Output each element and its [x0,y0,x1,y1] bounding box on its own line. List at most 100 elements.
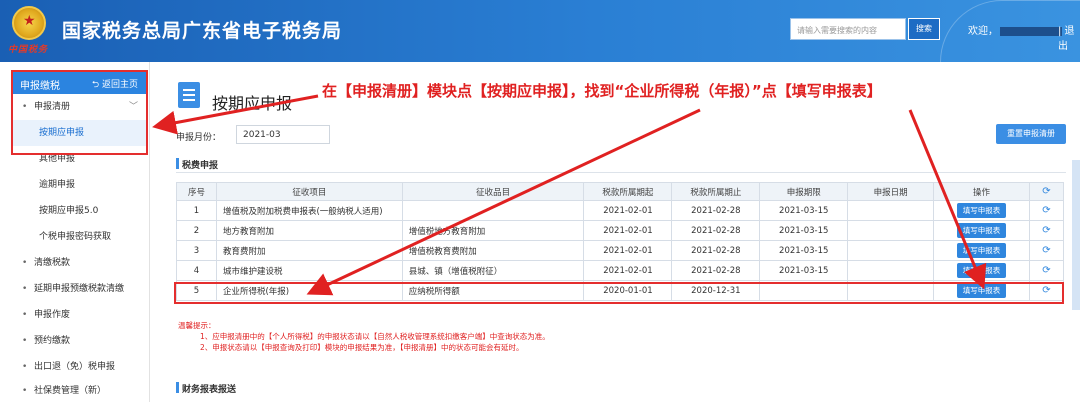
sidebar-item-pit-password[interactable]: 个税申报密码获取 [12,224,146,250]
cell-refresh: ⟳ [1028,200,1065,221]
logo-text: 中国税务 [8,45,49,55]
refresh-icon[interactable]: ⟳ [1042,245,1050,256]
cell-period-end: 2021-02-28 [671,240,761,261]
sidebar-item-label: 社保费管理（新） [34,386,107,396]
cell-subitem: 增值税教育费附加 [401,240,585,261]
cell-deadline: 2021-03-15 [759,240,849,261]
reset-declaration-button[interactable]: 重置申报清册 [996,124,1066,144]
fill-form-button[interactable]: 填写申报表 [956,243,1007,258]
refresh-icon[interactable]: ⟳ [1042,265,1050,276]
sidebar-item-tax-clearance[interactable]: 清缴税款 [12,250,146,276]
sidebar-highlight-box [11,70,148,155]
table-header-row: 序号 征收项目 征收品目 税款所属期起 税款所属期止 申报期限 申报日期 操作 … [176,182,1065,201]
sidebar-item-label: 延期申报预缴税款清缴 [34,284,125,294]
sidebar-item-label: 申报作废 [34,310,71,320]
refresh-all-icon[interactable]: ⟳ [1042,186,1050,197]
cell-period-end: 2021-02-28 [671,260,761,281]
cell-refresh: ⟳ [1028,260,1065,281]
sidebar-item-periodic-declaration-5[interactable]: 按期应申报5.0 [12,198,146,224]
fill-form-button[interactable]: 填写申报表 [956,223,1007,238]
cell-action: 填写申报表 [933,260,1030,281]
fill-form-button[interactable]: 填写申报表 [956,263,1007,278]
cell-deadline: 2021-03-15 [759,260,849,281]
col-declare-date: 申报日期 [847,182,935,201]
table-row: 3 教育费附加 增值税教育费附加 2021-02-01 2021-02-28 2… [176,240,1065,261]
col-index: 序号 [176,182,217,201]
cell-item: 教育费附加 [215,240,403,261]
tips-line-2: 2、申报状态请以【申报查询及打印】模块的申报结果为准，【申报清册】中的状态可能会… [200,343,524,352]
cell-action: 填写申报表 [933,220,1030,241]
cell-index: 2 [176,220,217,241]
logout-link[interactable]: | 退出 [1058,22,1080,52]
cell-period-start: 2021-02-01 [583,240,673,261]
col-item: 征收项目 [215,182,403,201]
row-highlight-box [174,282,1064,304]
cell-declare-date [847,200,935,221]
col-deadline: 申报期限 [759,182,849,201]
cell-item: 地方教育附加 [215,220,403,241]
cell-subitem: 县城、镇（增值税附征） [401,260,585,281]
sidebar-item-scheduled-payment[interactable]: 预约缴款 [12,328,146,354]
cell-declare-date [847,220,935,241]
refresh-icon[interactable]: ⟳ [1042,225,1050,236]
tips-title: 温馨提示： [178,321,216,330]
table-row: 4 城市维护建设税 县城、镇（增值税附征） 2021-02-01 2021-02… [176,260,1065,281]
sidebar-item-social-security[interactable]: 社保费管理（新） [12,378,146,402]
page: 中国税务 国家税务总局广东省电子税务局 请输入需要搜索的内容 搜索 欢迎， | … [0,0,1080,402]
divider [176,172,1066,173]
cell-action: 填写申报表 [933,200,1030,221]
cell-period-end: 2021-02-28 [671,200,761,221]
refresh-icon[interactable]: ⟳ [1042,205,1050,216]
cell-index: 4 [176,260,217,281]
fill-form-button[interactable]: 填写申报表 [956,203,1007,218]
cell-period-start: 2021-02-01 [583,260,673,281]
cell-refresh: ⟳ [1028,220,1065,241]
col-period-end: 税款所属期止 [671,182,761,201]
instruction-annotation: 在【申报清册】模块点【按期应申报】，找到“企业所得税（年报）”点【填写申报表】 [322,82,882,100]
col-refresh[interactable]: ⟳ [1028,182,1065,201]
section-title-financial: 财务报表报送 [182,385,237,395]
sidebar: 申报缴税 ⮌ 返回主页 申报清册﹀ 按期应申报 其他申报 逾期申报 按期应申报5… [0,62,150,402]
cell-subitem [401,200,585,221]
sidebar-item-export-refund[interactable]: 出口退（免）税申报 [12,354,146,380]
welcome-text: 欢迎， [968,22,1064,37]
month-label: 申报月份： [176,133,222,143]
cell-refresh: ⟳ [1028,240,1065,261]
section-title-tax: 税费申报 [182,161,219,171]
cell-deadline: 2021-03-15 [759,200,849,221]
cell-deadline: 2021-03-15 [759,220,849,241]
main-content: 按期应申报 在【申报清册】模块点【按期应申报】，找到“企业所得税（年报）”点【填… [160,62,1080,402]
cell-item: 增值税及附加税费申报表(一般纳税人适用) [215,200,403,221]
sidebar-item-deferred-declaration[interactable]: 延期申报预缴税款清缴 [12,276,146,302]
cell-declare-date [847,260,935,281]
page-title: 按期应申报 [212,94,293,113]
welcome-label: 欢迎， [968,26,998,37]
table-row: 2 地方教育附加 增值税地方教育附加 2021-02-01 2021-02-28… [176,220,1065,241]
col-subitem: 征收品目 [401,182,585,201]
masked-username [1000,26,1062,36]
side-tool-strip[interactable] [1072,160,1080,310]
cell-index: 3 [176,240,217,261]
document-icon [178,82,200,108]
section-marker [176,158,179,169]
search-input[interactable]: 请输入需要搜索的内容 [790,18,906,40]
sidebar-item-label: 预约缴款 [34,336,71,346]
tips-line-1: 1、应申报清册中的【个人所得税】的申报状态请以【自然人税收管理系统扣缴客户端】中… [200,332,550,341]
cell-declare-date [847,240,935,261]
col-period-start: 税款所属期起 [583,182,673,201]
cell-period-start: 2021-02-01 [583,220,673,241]
sidebar-item-label: 清缴税款 [34,258,71,268]
search-button[interactable]: 搜索 [908,18,940,40]
cell-subitem: 增值税地方教育附加 [401,220,585,241]
sidebar-item-overdue-declaration[interactable]: 逾期申报 [12,172,146,198]
sidebar-item-declaration-void[interactable]: 申报作废 [12,302,146,328]
month-field[interactable]: 2021-03 [236,125,330,144]
section-marker [176,382,179,393]
sidebar-item-label: 出口退（免）税申报 [34,362,116,372]
header: 中国税务 国家税务总局广东省电子税务局 请输入需要搜索的内容 搜索 欢迎， | … [0,0,1080,62]
cell-index: 1 [176,200,217,221]
site-title: 国家税务总局广东省电子税务局 [62,20,343,42]
tips-block: 温馨提示： 1、应申报清册中的【个人所得税】的申报状态请以【自然人税收管理系统扣… [178,320,550,353]
cell-item: 城市维护建设税 [215,260,403,281]
cell-action: 填写申报表 [933,240,1030,261]
